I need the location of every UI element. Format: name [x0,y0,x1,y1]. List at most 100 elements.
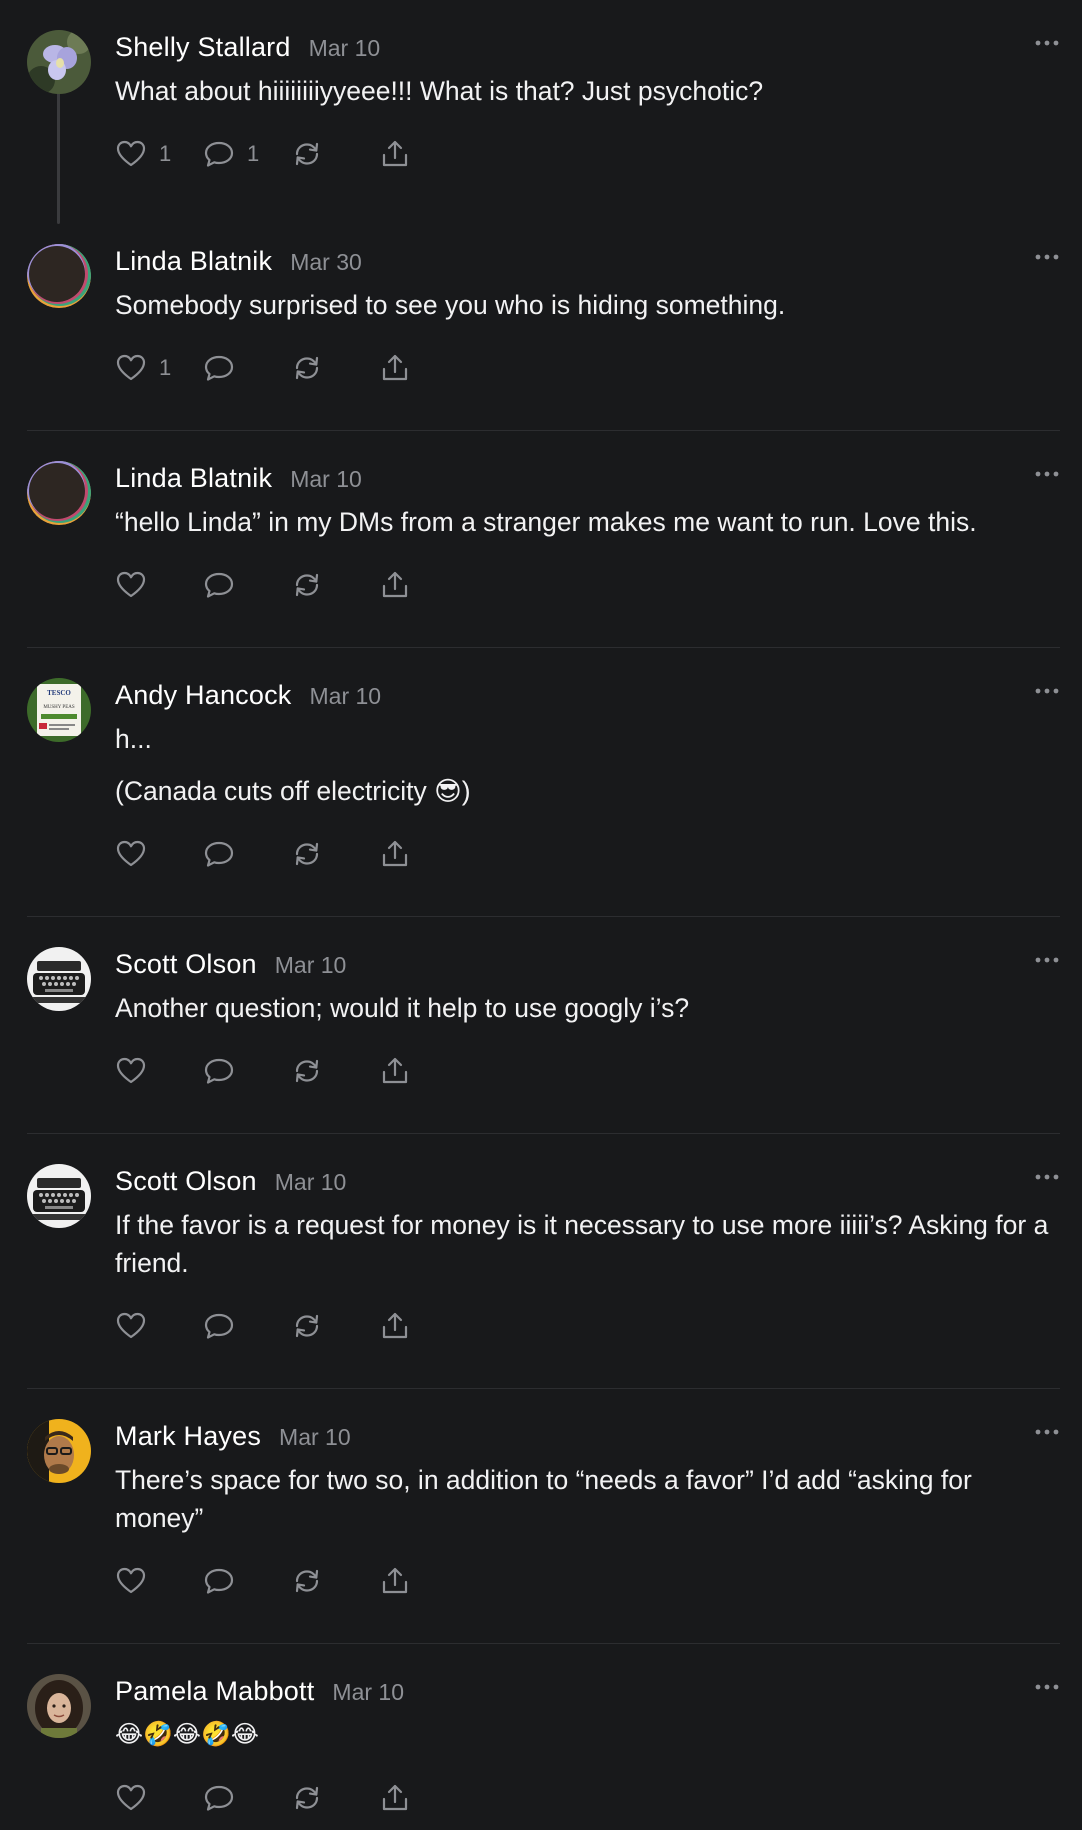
repost-icon [295,842,319,866]
avatar[interactable] [27,1674,91,1738]
author-name[interactable]: Scott Olson [115,949,257,980]
more-options-button[interactable] [1034,1674,1060,1700]
repost-button[interactable] [291,569,349,601]
more-options-button[interactable] [1034,30,1060,56]
author-name[interactable]: Pamela Mabbott [115,1676,314,1707]
author-name[interactable]: Shelly Stallard [115,32,291,63]
like-button[interactable]: 1 [115,138,173,170]
more-options-button[interactable] [1034,947,1060,973]
repost-icon [295,142,319,166]
share-button[interactable] [379,1782,437,1814]
post: Pamela Mabbott Mar 10 😂🤣😂🤣😂 [27,1644,1060,1830]
repost-button[interactable] [291,138,349,170]
post-line: “hello Linda” in my DMs from a stranger … [115,507,977,537]
share-icon [382,354,408,381]
heart-icon [116,1567,146,1594]
post-line: There’s space for two so, in addition to… [115,1465,972,1533]
share-button[interactable] [379,1055,437,1087]
repost-button[interactable] [291,838,349,870]
avatar[interactable]: TESCO MUSHY PEAS [27,678,91,742]
action-bar [115,1766,1060,1830]
post-date[interactable]: Mar 10 [310,683,382,710]
post-line: Another question; would it help to use g… [115,993,690,1023]
share-button[interactable] [379,838,437,870]
post: Mark Hayes Mar 10 There’s space for two … [27,1389,1060,1644]
reply-button[interactable] [203,1310,261,1342]
reply-count: 1 [247,141,260,166]
share-button[interactable] [379,1565,437,1597]
author-name[interactable]: Scott Olson [115,1166,257,1197]
reply-button[interactable] [203,1565,261,1597]
share-button[interactable] [379,138,437,170]
ellipsis-icon [1035,957,1059,963]
share-icon [382,571,408,598]
author-name[interactable]: Andy Hancock [115,680,292,711]
like-button[interactable]: 1 [115,352,173,384]
avatar[interactable] [27,244,91,308]
reply-button[interactable] [203,838,261,870]
like-button[interactable] [115,1055,173,1087]
post-date[interactable]: Mar 10 [275,952,347,979]
author-name[interactable]: Mark Hayes [115,1421,261,1452]
ellipsis-icon [1035,1174,1059,1180]
repost-button[interactable] [291,352,349,384]
post-date[interactable]: Mar 10 [309,35,381,62]
heart-icon [116,571,146,598]
more-options-button[interactable] [1034,244,1060,270]
reply-button[interactable]: 1 [203,138,261,170]
author-name[interactable]: Linda Blatnik [115,246,272,277]
post-text: “hello Linda” in my DMs from a stranger … [115,503,1060,541]
share-button[interactable] [379,352,437,384]
post: Linda Blatnik Mar 10 “hello Linda” in my… [27,431,1060,648]
post-line: (Canada cuts off electricity 😎) [115,776,471,806]
like-button[interactable] [115,838,173,870]
avatar[interactable] [27,947,91,1011]
more-options-button[interactable] [1034,678,1060,704]
post-line: If the favor is a request for money is i… [115,1210,1049,1278]
reply-button[interactable] [203,1055,261,1087]
heart-icon [116,840,146,867]
reply-button[interactable] [203,569,261,601]
avatar[interactable] [27,30,91,94]
author-name[interactable]: Linda Blatnik [115,463,272,494]
ellipsis-icon [1035,1684,1059,1690]
more-options-button[interactable] [1034,1164,1060,1190]
comment-icon [204,1058,234,1084]
repost-button[interactable] [291,1310,349,1342]
comment-icon [204,572,234,598]
like-button[interactable] [115,1565,173,1597]
share-button[interactable] [379,569,437,601]
avatar[interactable] [27,1419,91,1483]
post-text: h... (Canada cuts off electricity 😎) [115,720,1060,810]
tesco-label: TESCO [47,689,71,697]
post: Scott Olson Mar 10 Another question; wou… [27,917,1060,1134]
more-options-button[interactable] [1034,461,1060,487]
heart-icon [116,140,146,167]
comment-icon [204,141,234,167]
post-date[interactable]: Mar 10 [332,1679,404,1706]
post-date[interactable]: Mar 10 [290,466,362,493]
heart-icon [116,354,146,381]
avatar[interactable] [27,1164,91,1228]
post-date[interactable]: Mar 30 [290,249,362,276]
more-options-button[interactable] [1034,1419,1060,1445]
repost-button[interactable] [291,1055,349,1087]
post: Linda Blatnik Mar 30 Somebody surprised … [27,214,1060,431]
reply-button[interactable] [203,1782,261,1814]
post: Shelly Stallard Mar 10 What about hiiiii… [27,0,1060,224]
reply-button[interactable] [203,352,261,384]
action-bar: 1 [115,336,1060,400]
repost-button[interactable] [291,1782,349,1814]
repost-button[interactable] [291,1565,349,1597]
peas-label: MUSHY PEAS [43,705,75,710]
avatar[interactable] [27,461,91,525]
thread-line [57,92,60,224]
like-button[interactable] [115,1310,173,1342]
ellipsis-icon [1035,254,1059,260]
post-line: What about hiiiiiiiiyyeee!!! What is tha… [115,76,764,106]
share-button[interactable] [379,1310,437,1342]
like-button[interactable] [115,1782,173,1814]
post-date[interactable]: Mar 10 [275,1169,347,1196]
post-date[interactable]: Mar 10 [279,1424,351,1451]
like-button[interactable] [115,569,173,601]
